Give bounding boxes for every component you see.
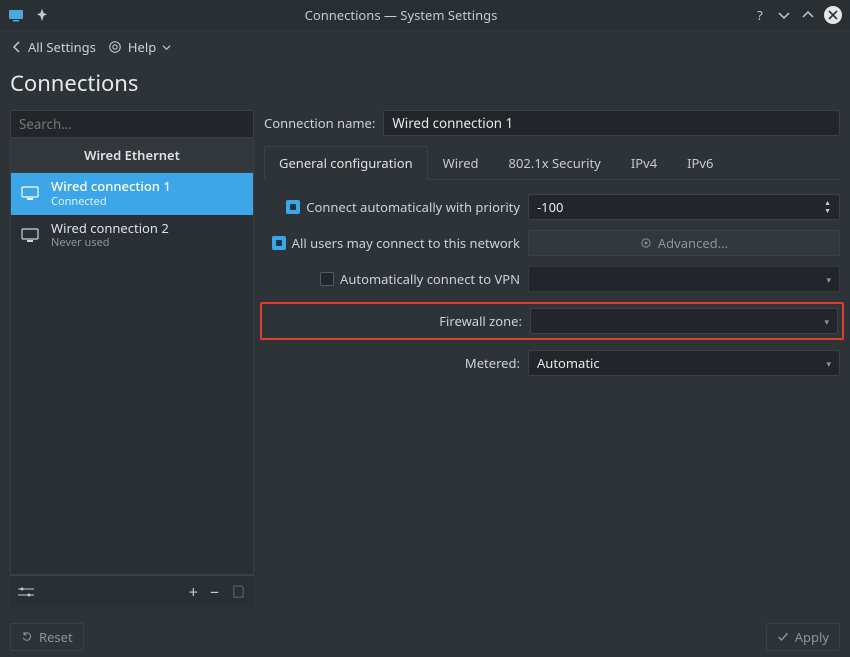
tab-ipv6[interactable]: IPv6 bbox=[672, 146, 728, 179]
back-label: All Settings bbox=[28, 38, 96, 56]
connection-item[interactable]: Wired connection 2 Never used bbox=[11, 215, 253, 257]
all-users-checkbox[interactable] bbox=[272, 236, 286, 250]
firewall-label: Firewall zone: bbox=[439, 312, 522, 330]
metered-label: Metered: bbox=[465, 354, 520, 372]
all-users-label: All users may connect to this network bbox=[292, 234, 520, 252]
connection-status: Connected bbox=[51, 195, 171, 208]
app-icon bbox=[8, 7, 24, 23]
priority-value: -100 bbox=[537, 198, 564, 216]
connection-item[interactable]: Wired connection 1 Connected bbox=[11, 173, 253, 215]
tab-wired[interactable]: Wired bbox=[428, 146, 494, 179]
export-icon bbox=[231, 584, 246, 599]
priority-spinbox[interactable]: -100 ▲▼ bbox=[528, 194, 840, 220]
tab-ipv4[interactable]: IPv4 bbox=[616, 146, 672, 179]
remove-icon[interactable]: − bbox=[210, 581, 219, 603]
connection-name-label: Connection name: bbox=[264, 114, 375, 132]
back-button[interactable]: All Settings bbox=[12, 38, 96, 56]
close-icon[interactable] bbox=[824, 6, 842, 24]
auto-connect-checkbox[interactable] bbox=[286, 200, 300, 214]
advanced-button: Advanced... bbox=[528, 230, 840, 256]
page-title: Connections bbox=[0, 64, 850, 110]
maximize-icon[interactable] bbox=[800, 7, 816, 23]
vpn-select: ▾ bbox=[528, 266, 840, 292]
firewall-zone-select[interactable]: ▾ bbox=[530, 308, 838, 334]
tab-general[interactable]: General configuration bbox=[264, 146, 428, 180]
auto-vpn-checkbox[interactable] bbox=[320, 272, 334, 286]
chevron-down-icon: ▾ bbox=[826, 273, 831, 286]
minimize-icon[interactable] bbox=[776, 7, 792, 23]
spin-down-icon[interactable]: ▼ bbox=[824, 208, 831, 215]
metered-value: Automatic bbox=[537, 354, 600, 372]
settings-icon[interactable] bbox=[18, 585, 34, 599]
chevron-down-icon: ▾ bbox=[824, 315, 829, 328]
pin-icon[interactable] bbox=[34, 7, 50, 23]
bottom-bar: Reset Apply bbox=[0, 617, 850, 657]
connection-name: Wired connection 1 bbox=[51, 179, 171, 195]
spin-up-icon[interactable]: ▲ bbox=[824, 200, 831, 207]
auto-vpn-label: Automatically connect to VPN bbox=[340, 270, 520, 288]
add-icon[interactable]: + bbox=[189, 581, 198, 603]
reset-button: Reset bbox=[10, 623, 84, 651]
metered-select[interactable]: Automatic ▾ bbox=[528, 350, 840, 376]
help-icon[interactable]: ? bbox=[752, 7, 768, 23]
connection-status: Never used bbox=[51, 236, 169, 249]
connection-list: Wired Ethernet Wired connection 1 Connec… bbox=[10, 138, 254, 575]
help-label: Help bbox=[128, 38, 156, 56]
group-header: Wired Ethernet bbox=[11, 138, 253, 173]
ethernet-icon bbox=[19, 182, 41, 204]
help-menu[interactable]: Help bbox=[108, 38, 171, 56]
connection-name-input[interactable] bbox=[383, 110, 840, 136]
apply-label: Apply bbox=[795, 628, 829, 646]
auto-connect-label: Connect automatically with priority bbox=[306, 198, 520, 216]
tab-8021x[interactable]: 802.1x Security bbox=[494, 146, 616, 179]
list-footer: + − bbox=[10, 575, 254, 607]
titlebar: Connections — System Settings ? bbox=[0, 0, 850, 30]
search-input[interactable] bbox=[10, 110, 254, 138]
reset-label: Reset bbox=[39, 628, 73, 646]
apply-button: Apply bbox=[766, 623, 840, 651]
advanced-label: Advanced... bbox=[658, 234, 728, 252]
toolbar: All Settings Help bbox=[0, 30, 850, 64]
connection-name: Wired connection 2 bbox=[51, 221, 169, 237]
window-title: Connections — System Settings bbox=[50, 6, 752, 24]
chevron-down-icon: ▾ bbox=[826, 357, 831, 370]
tab-bar: General configuration Wired 802.1x Secur… bbox=[264, 146, 840, 180]
ethernet-icon bbox=[19, 224, 41, 246]
